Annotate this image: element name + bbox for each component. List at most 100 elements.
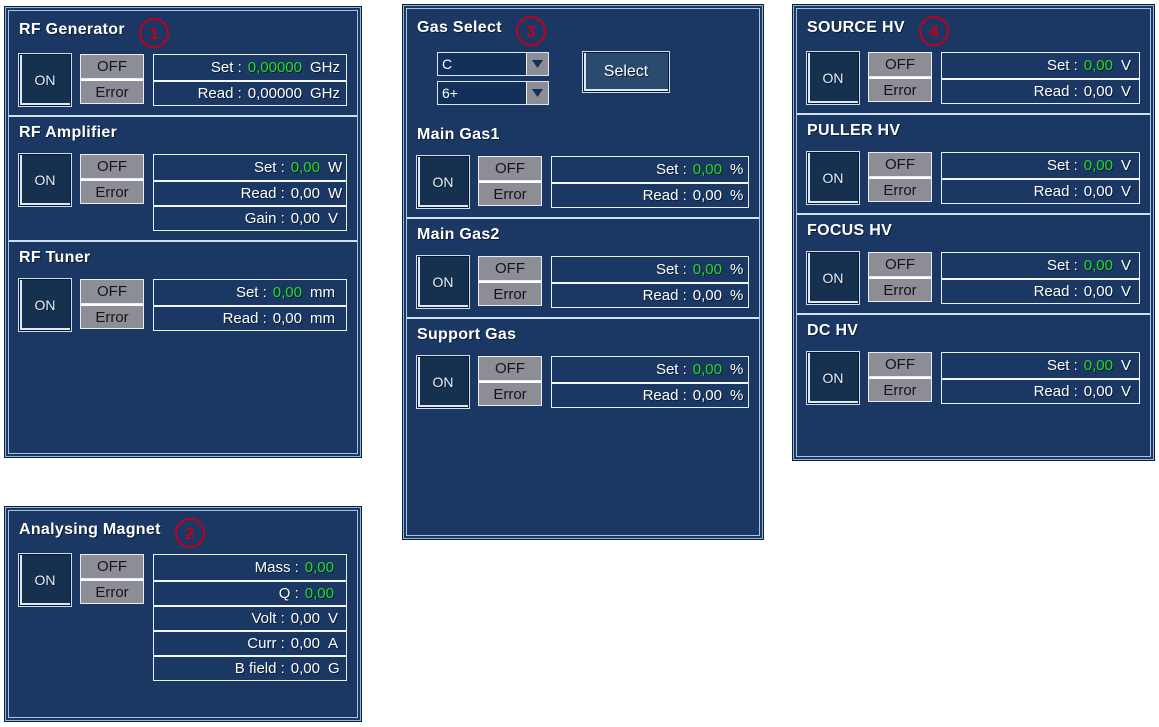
setpoint-value-field[interactable]: 0,00000 bbox=[248, 59, 306, 76]
setpoint-value-field[interactable]: 0,00 bbox=[1084, 257, 1117, 274]
setpoint-value-field[interactable]: 0,00 bbox=[305, 559, 338, 576]
setpoint-value-field[interactable]: 0,00 bbox=[693, 161, 726, 178]
readout-table: Set : 0,00% Read : 0,00% bbox=[551, 256, 749, 308]
setpoint-value-field[interactable]: 0,00 bbox=[1084, 157, 1117, 174]
on-button[interactable]: ON bbox=[807, 52, 859, 104]
off-status-lamp[interactable]: OFF bbox=[80, 154, 144, 179]
readout-unit: V bbox=[1121, 157, 1132, 174]
setpoint-value-field[interactable]: 0,00 bbox=[1084, 57, 1117, 74]
readout-unit: A bbox=[328, 635, 339, 652]
on-button[interactable]: ON bbox=[807, 252, 859, 304]
error-status-lamp[interactable]: Error bbox=[868, 377, 932, 402]
gas-charge-dropdown[interactable]: 6+ bbox=[437, 81, 549, 105]
callout-badge-1: 1 bbox=[138, 18, 169, 48]
analysing-magnet-window: Analysing Magnet 2 ON OFF Error Mass :0,00 Q :… bbox=[4, 506, 362, 722]
readout-label: Set : bbox=[253, 159, 285, 176]
on-button[interactable]: ON bbox=[417, 256, 469, 308]
readback-value: 0,00 bbox=[290, 610, 320, 627]
readout-row: Volt : 0,00 V bbox=[154, 605, 346, 630]
control-row: ON OFF Error Set :0,00000 GHz Read :0,00000 GH… bbox=[19, 54, 347, 106]
readout-table: Set :0,00 V Read :0,00 V bbox=[941, 152, 1140, 204]
error-status-lamp[interactable]: Error bbox=[478, 281, 542, 306]
error-status-lamp[interactable]: Error bbox=[868, 177, 932, 202]
section-title: RF Amplifier bbox=[19, 124, 118, 141]
on-button[interactable]: ON bbox=[417, 156, 469, 208]
readout-unit: G bbox=[328, 660, 340, 677]
chevron-down-icon[interactable] bbox=[526, 53, 548, 75]
section-title: RF Generator bbox=[19, 21, 125, 38]
gas-element-dropdown[interactable]: C bbox=[437, 52, 549, 76]
control-row: ON OFF Error Set :0,00 V Read :0,00 V bbox=[807, 352, 1140, 404]
readout-row: Set : 0,00 W bbox=[154, 155, 346, 180]
on-button[interactable]: ON bbox=[19, 554, 71, 606]
control-row: ON OFF Error Set :0,00 V Read :0,00 V bbox=[807, 252, 1140, 304]
off-status-lamp[interactable]: OFF bbox=[80, 279, 144, 304]
readout-label: B field : bbox=[234, 660, 285, 677]
setpoint-value-field[interactable]: 0,00 bbox=[1084, 357, 1117, 374]
readout-row: Gain : 0,00 V bbox=[154, 205, 346, 230]
readout-label: Set : bbox=[1046, 157, 1078, 174]
readout-unit: % bbox=[730, 261, 744, 278]
status-lamp-stack: OFF Error bbox=[868, 52, 932, 102]
off-status-lamp[interactable]: OFF bbox=[80, 554, 144, 579]
readout-row: Mass : 0,00 bbox=[154, 555, 346, 580]
readback-value: 0,00 bbox=[692, 187, 722, 204]
readout-row: Q : 0,00 bbox=[154, 580, 346, 605]
error-status-lamp[interactable]: Error bbox=[478, 181, 542, 206]
error-status-lamp[interactable]: Error bbox=[80, 179, 144, 204]
readout-unit: GHz bbox=[310, 59, 340, 76]
control-section: SOURCE HV 4 ON OFF Error Set :0,00 V Read :0,00… bbox=[797, 9, 1150, 113]
error-status-lamp[interactable]: Error bbox=[478, 381, 542, 406]
section-header: DC HV bbox=[807, 322, 1140, 346]
readout-unit: V bbox=[328, 210, 339, 227]
setpoint-value-field[interactable]: 0,00 bbox=[273, 284, 306, 301]
error-status-lamp[interactable]: Error bbox=[80, 304, 144, 329]
readout-row: Set : 0,00000 GHz bbox=[154, 55, 346, 80]
setpoint-value-field[interactable]: 0,00 bbox=[693, 261, 726, 278]
gas-select-controls: C 6+ Select bbox=[417, 52, 749, 110]
section-title: Main Gas2 bbox=[417, 226, 500, 243]
error-status-lamp[interactable]: Error bbox=[868, 77, 932, 102]
readout-table: Set : 0,00% Read : 0,00% bbox=[551, 356, 749, 408]
readout-row: Read : 0,00 W bbox=[154, 180, 346, 205]
readout-row: B field : 0,00 G bbox=[154, 655, 346, 680]
setpoint-value-field[interactable]: 0,00 bbox=[291, 159, 324, 176]
error-status-lamp[interactable]: Error bbox=[80, 579, 144, 604]
off-status-lamp[interactable]: OFF bbox=[478, 156, 542, 181]
error-status-lamp[interactable]: Error bbox=[80, 79, 144, 104]
readout-label: Read : bbox=[1033, 383, 1078, 400]
on-button[interactable]: ON bbox=[807, 152, 859, 204]
readout-table: Set :0,00 mm Read :0,00 mm bbox=[153, 279, 347, 331]
setpoint-value-field[interactable]: 0,00 bbox=[305, 585, 338, 602]
section-header: RF Tuner bbox=[19, 249, 347, 273]
off-status-lamp[interactable]: OFF bbox=[80, 54, 144, 79]
readout-label: Read : bbox=[642, 187, 687, 204]
section-title: DC HV bbox=[807, 322, 859, 339]
readout-label: Read : bbox=[642, 387, 687, 404]
chevron-down-icon[interactable] bbox=[526, 82, 548, 104]
error-status-lamp[interactable]: Error bbox=[868, 277, 932, 302]
off-status-lamp[interactable]: OFF bbox=[868, 252, 932, 277]
section-header: SOURCE HV 4 bbox=[807, 16, 1140, 46]
readout-row: Read : 0,00 V bbox=[942, 278, 1139, 303]
on-button[interactable]: ON bbox=[19, 54, 71, 106]
off-status-lamp[interactable]: OFF bbox=[478, 256, 542, 281]
gas-sections-host: Main Gas1 ON OFF Error Set :0,00% Read :0,00%… bbox=[407, 119, 759, 417]
readout-label: Set : bbox=[655, 361, 687, 378]
on-button[interactable]: ON bbox=[807, 352, 859, 404]
gas-element-value: C bbox=[438, 53, 526, 75]
on-button[interactable]: ON bbox=[19, 154, 71, 206]
on-button[interactable]: ON bbox=[19, 279, 71, 331]
setpoint-value-field[interactable]: 0,00 bbox=[693, 361, 726, 378]
section-title: RF Tuner bbox=[19, 249, 91, 266]
off-status-lamp[interactable]: OFF bbox=[478, 356, 542, 381]
status-lamp-stack: OFF Error bbox=[80, 54, 144, 104]
readout-label: Read : bbox=[1033, 83, 1078, 100]
readout-table: Set :0,00 V Read :0,00 V bbox=[941, 352, 1140, 404]
off-status-lamp[interactable]: OFF bbox=[868, 152, 932, 177]
on-button[interactable]: ON bbox=[417, 356, 469, 408]
select-button[interactable]: Select bbox=[583, 52, 669, 92]
off-status-lamp[interactable]: OFF bbox=[868, 352, 932, 377]
off-status-lamp[interactable]: OFF bbox=[868, 52, 932, 77]
readout-unit: GHz bbox=[310, 85, 340, 102]
